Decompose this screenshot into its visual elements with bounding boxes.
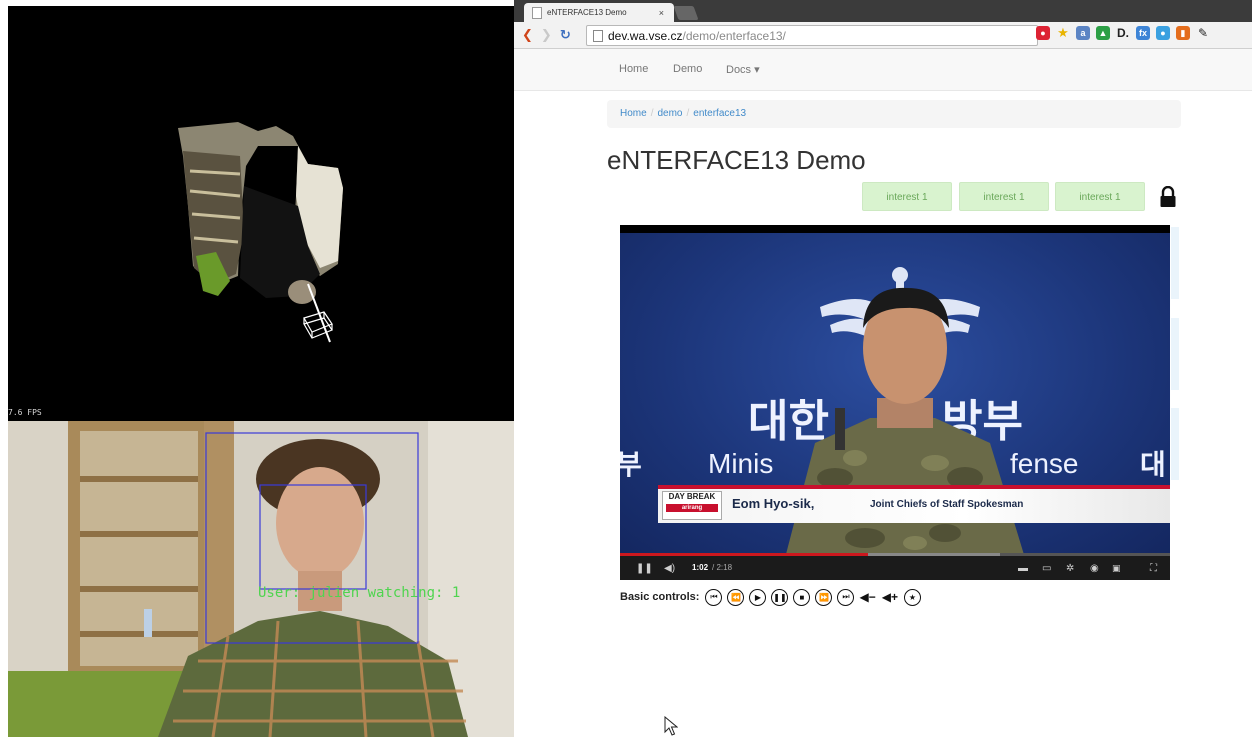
volume-up-icon[interactable]: ◀+	[882, 590, 898, 604]
back-arrow-icon[interactable]: ❮	[522, 27, 533, 43]
breadcrumb-current: enterface13	[693, 108, 747, 119]
depth-point-cloud	[178, 122, 343, 343]
rewind-icon[interactable]: ⏪	[727, 588, 745, 606]
browser-toolbar: ❮ ❯ ↻ dev.wa.vse.cz /demo/enterface13/ ●…	[514, 22, 1252, 49]
lock-icon[interactable]	[1159, 186, 1177, 208]
url-host: dev.wa.vse.cz	[608, 28, 683, 43]
nav-home-link[interactable]: Home	[619, 63, 648, 75]
side-panel	[1171, 318, 1179, 390]
extension-icon[interactable]: a	[1076, 26, 1090, 40]
bookmark-icon[interactable]: ▮	[1176, 26, 1190, 40]
mouse-cursor-icon	[664, 716, 678, 736]
volume-down-icon[interactable]: ◀−	[859, 590, 875, 604]
daybreak-logo: DAY BREAK arirang	[662, 491, 722, 520]
annotations-icon[interactable]: ◉	[1090, 563, 1099, 574]
ministry-text-left: Minis	[708, 448, 774, 479]
stop-icon[interactable]: ■	[793, 588, 811, 606]
new-tab-button[interactable]	[673, 6, 699, 20]
url-path: /demo/enterface13/	[682, 28, 786, 43]
breadcrumb-home[interactable]: Home	[620, 108, 647, 119]
captions-icon[interactable]: ▬	[1018, 563, 1028, 574]
fullscreen-icon[interactable]: ⛶	[1150, 563, 1157, 574]
fix-icon[interactable]: fx	[1136, 26, 1150, 40]
reload-icon[interactable]: ↻	[560, 27, 571, 43]
progress-bar[interactable]	[620, 553, 1170, 556]
chat-icon[interactable]: ●	[1156, 26, 1170, 40]
webcam-view: User: julien watching: 1	[8, 421, 514, 737]
dictionary-icon[interactable]: D.	[1116, 26, 1130, 40]
depth-camera-view	[8, 6, 514, 421]
speaker-role: Joint Chiefs of Staff Spokesman	[870, 499, 1024, 510]
youtube-logo-icon[interactable]: ▣	[1112, 563, 1121, 574]
pencil-icon[interactable]: ✎	[1196, 26, 1210, 40]
nav-demo-link[interactable]: Demo	[673, 63, 702, 75]
breadcrumb: Home / demo / enterface13	[607, 100, 1181, 128]
webcam-frame	[8, 421, 514, 737]
korean-text-edge-left: 부	[620, 449, 642, 480]
star-icon[interactable]: ★	[1056, 26, 1070, 40]
interest-badge: interest 1	[862, 182, 952, 211]
nav-docs-dropdown[interactable]: Docs ▾	[726, 63, 760, 76]
extension-icons: ● ★ a ▲ D. fx ● ▮ ✎	[1036, 26, 1210, 40]
forward-arrow-icon[interactable]: ❯	[541, 27, 552, 43]
breadcrumb-separator: /	[686, 108, 690, 119]
speaker-name: Eom Hyo-sik,	[732, 496, 815, 511]
skip-to-end-icon[interactable]: ⏭	[837, 588, 855, 606]
basic-controls-label: Basic controls:	[620, 591, 700, 603]
pause-icon[interactable]: ❚❚	[771, 588, 789, 606]
watch-later-icon[interactable]: ▭	[1042, 563, 1051, 574]
skip-to-start-icon[interactable]: ⏮	[705, 588, 723, 606]
page-icon	[532, 6, 542, 19]
side-panel	[1171, 408, 1179, 480]
page-icon	[593, 29, 603, 42]
progress-played	[620, 553, 868, 556]
tab-strip: eNTERFACE13 Demo ×	[514, 0, 1252, 22]
volume-icon[interactable]: ◀)	[664, 563, 675, 574]
lower-third-caption: DAY BREAK arirang Eom Hyo-sik, Joint Chi…	[658, 485, 1170, 523]
breadcrumb-separator: /	[650, 108, 654, 119]
korean-text-edge-right: 대	[1140, 449, 1166, 480]
user-tracking-label: User: julien watching: 1	[258, 585, 461, 601]
time-total: / 2:18	[712, 563, 733, 572]
interest-badge: interest 1	[1055, 182, 1145, 211]
adblock-icon[interactable]: ●	[1036, 26, 1050, 40]
kinect-viewer: 7.6 FPS User: julien watching: 1	[8, 6, 514, 737]
browser-window: eNTERFACE13 Demo × ❮ ❯ ↻ dev.wa.vse.cz /…	[514, 0, 1252, 737]
breadcrumb-demo[interactable]: demo	[657, 108, 682, 119]
settings-gear-icon[interactable]: ✲	[1066, 563, 1074, 574]
time-current: 1:02	[692, 563, 709, 572]
video-frame[interactable]: 대한 방부 부 대 Minis fense DAY BREAK arirang …	[620, 233, 1170, 553]
browser-tab[interactable]: eNTERFACE13 Demo ×	[524, 3, 674, 22]
drive-icon[interactable]: ▲	[1096, 26, 1110, 40]
pause-icon[interactable]: ❚❚	[636, 563, 653, 574]
site-navbar: Home Demo Docs ▾	[514, 49, 1252, 91]
tab-close-icon[interactable]: ×	[659, 8, 664, 18]
interest-badge: interest 1	[959, 182, 1049, 211]
basic-controls: Basic controls: ⏮ ⏪ ▶ ❚❚ ■ ⏩ ⏭ ◀− ◀+ ★	[620, 586, 926, 608]
side-panel	[1171, 227, 1179, 299]
favorite-star-icon[interactable]: ★	[903, 588, 921, 606]
page-title: eNTERFACE13 Demo	[607, 145, 866, 175]
play-icon[interactable]: ▶	[749, 588, 767, 606]
player-controls-bar: ❚❚ ◀) 1:02 / 2:18 ▬ ▭ ✲ ◉ ▣ ⛶	[620, 553, 1170, 580]
address-bar[interactable]: dev.wa.vse.cz /demo/enterface13/	[586, 25, 1038, 46]
fps-counter: 7.6 FPS	[8, 408, 42, 417]
fast-forward-icon[interactable]: ⏩	[815, 588, 833, 606]
tab-title: eNTERFACE13 Demo	[547, 8, 627, 17]
video-player[interactable]: 대한 방부 부 대 Minis fense DAY BREAK arirang …	[620, 225, 1170, 580]
